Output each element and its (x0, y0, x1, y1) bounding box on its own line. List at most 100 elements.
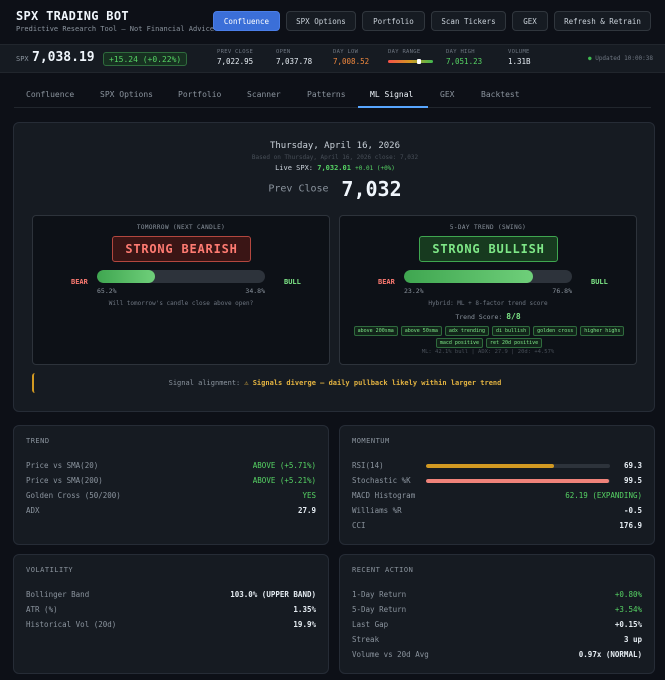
row-value: 99.5 (623, 476, 642, 485)
tomorrow-bear-pct: 65.2% (97, 287, 117, 295)
tab-patterns[interactable]: Patterns (307, 90, 346, 99)
day-range-label: DAY RANGE (388, 49, 421, 55)
rsi-gauge (426, 464, 610, 468)
table-row: Golden Cross (50/200) YES (26, 491, 316, 503)
table-row: Streak 3 up (352, 635, 642, 647)
swing-bull-pct: 76.8% (552, 287, 572, 295)
recent-title: RECENT ACTION (352, 566, 414, 574)
swing-title: 5-DAY TREND (SWING) (449, 224, 527, 231)
swing-probability-fill (404, 270, 534, 283)
row-value: -0.5 (623, 506, 642, 515)
table-row: CCI 176.9 (352, 521, 642, 533)
tomorrow-prediction-panel: TOMORROW (NEXT CANDLE) STRONG BEARISH BE… (32, 215, 330, 365)
ml-signal-panel: Thursday, April 16, 2026 Based on Thursd… (13, 122, 655, 412)
row-value: 176.9 (619, 521, 642, 530)
swing-prediction-panel: 5-DAY TREND (SWING) STRONG BULLISH BEAR … (339, 215, 637, 365)
table-row: RSI(14) 69.3 (352, 461, 642, 473)
row-value: 69.3 (623, 461, 642, 470)
row-label: ATR (%) (26, 605, 58, 614)
live-change-value: +0.01 (+0%) (355, 165, 395, 172)
confluence-button[interactable]: Confluence (213, 11, 280, 31)
row-value: +3.54% (614, 605, 642, 614)
table-row: Williams %R -0.5 (352, 506, 642, 518)
refresh-retrain-button[interactable]: Refresh & Retrain (554, 11, 651, 31)
day-high-label: DAY HIGH (446, 49, 475, 55)
momentum-title: MOMENTUM (352, 437, 390, 445)
row-label: 5-Day Return (352, 605, 407, 614)
row-value: 19.9% (293, 620, 316, 629)
row-label: Price vs SMA(20) (26, 461, 99, 470)
open-label: OPEN (276, 49, 291, 55)
top-bar: SPX TRADING BOT Predictive Research Tool… (0, 0, 665, 44)
row-label: MACD Histogram (352, 491, 416, 500)
day-range-stat: DAY RANGE (388, 49, 433, 64)
tab-gex[interactable]: GEX (440, 90, 454, 99)
gex-button[interactable]: GEX (512, 11, 548, 31)
active-tab-indicator (358, 106, 428, 108)
row-value: ABOVE (+5.71%) (252, 461, 316, 470)
table-row: MACD Histogram 62.19 (EXPANDING) (352, 491, 642, 503)
scan-tickers-button[interactable]: Scan Tickers (431, 11, 506, 31)
row-label: Price vs SMA(200) (26, 476, 103, 485)
row-value: 3 up (623, 635, 642, 644)
day-low-stat: DAY LOW 7,008.52 (333, 49, 369, 66)
table-row: ATR (%) 1.35% (26, 605, 316, 617)
volume-label: VOLUME (508, 49, 530, 55)
ml-live-price: Live SPX: 7,032.01 +0.01 (+0%) (14, 164, 656, 172)
factor-chip: adx trending (444, 326, 489, 336)
momentum-card: MOMENTUM RSI(14) 69.3 Stochastic %K 99.5… (339, 425, 655, 545)
swing-note: Hybrid: ML + 8-factor trend score (428, 300, 548, 307)
factor-chip: ret 20d positive (485, 338, 543, 348)
day-low-value: 7,008.52 (333, 57, 370, 66)
tab-backtest[interactable]: Backtest (481, 90, 520, 99)
swing-bear-label: BEAR (378, 278, 395, 286)
prev-close-value: 7,022.95 (217, 57, 254, 66)
tomorrow-note: Will tomorrow's candle close above open? (108, 300, 254, 307)
factor-chip: di bullish (492, 326, 531, 336)
row-label: Golden Cross (50/200) (26, 491, 121, 500)
row-value: YES (302, 491, 316, 500)
row-label: Stochastic %K (352, 476, 411, 485)
factor-chip: golden cross (533, 326, 578, 336)
alignment-label: Signal alignment: (168, 379, 241, 387)
row-label: RSI(14) (352, 461, 384, 470)
updated-status: ● Updated 10:00:38 (588, 55, 653, 62)
tab-confluence[interactable]: Confluence (26, 90, 74, 99)
swing-bull-label: BULL (591, 278, 608, 286)
tab-spx-options[interactable]: SPX Options (100, 90, 153, 99)
live-dot-icon: ● (587, 55, 592, 62)
table-row: Price vs SMA(20) ABOVE (+5.71%) (26, 461, 316, 473)
row-value: ABOVE (+5.21%) (252, 476, 316, 485)
tab-scanner[interactable]: Scanner (247, 90, 281, 99)
swing-footer: ML: 42.1% bull | ADX: 27.9 | 20d: +4.57% (421, 349, 555, 355)
table-row: Price vs SMA(200) ABOVE (+5.21%) (26, 476, 316, 488)
swing-probability-bar (404, 270, 572, 283)
table-row: Last Gap +0.15% (352, 620, 642, 632)
trend-factor-chips: above 200sma above 50sma adx trending di… (352, 326, 626, 348)
table-row: Volume vs 20d Avg 0.97x (NORMAL) (352, 650, 642, 662)
row-label: Last Gap (352, 620, 389, 629)
row-label: Streak (352, 635, 380, 644)
prev-close-label: PREV CLOSE (217, 49, 254, 55)
factor-chip: macd positive (435, 338, 483, 348)
row-label: Historical Vol (20d) (26, 620, 117, 629)
day-high-value: 7,051.23 (446, 57, 483, 66)
app-subtitle: Predictive Research Tool — Not Financial… (16, 25, 215, 33)
ticker-price: 7,038.19 (32, 50, 95, 65)
rsi-gauge-fill (426, 464, 554, 468)
portfolio-button[interactable]: Portfolio (362, 11, 425, 31)
prev-close-heading: Prev Close (268, 183, 329, 195)
row-value: 27.9 (297, 506, 316, 515)
ticker-symbol: SPX (16, 55, 29, 63)
tab-ml-signal[interactable]: ML Signal (370, 90, 413, 99)
spx-options-button[interactable]: SPX Options (286, 11, 356, 31)
ticker-strip: SPX 7,038.19 +15.24 (+0.22%) PREV CLOSE … (0, 44, 665, 73)
tomorrow-probability-fill (97, 270, 156, 283)
stochastic-gauge-fill (426, 479, 610, 483)
open-stat: OPEN 7,037.78 (276, 49, 312, 66)
row-value: +0.15% (614, 620, 642, 629)
row-label: CCI (352, 521, 366, 530)
tab-portfolio[interactable]: Portfolio (178, 90, 221, 99)
alignment-warning: ⚠ Signals diverge — daily pullback likel… (244, 379, 502, 387)
factor-chip: above 200sma (353, 326, 398, 336)
